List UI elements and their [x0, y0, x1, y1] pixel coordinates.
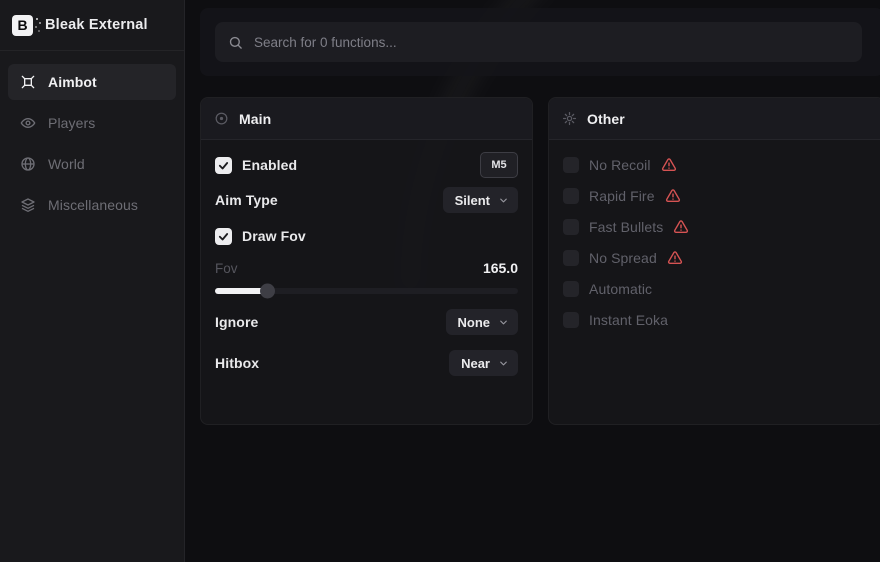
no-recoil-label: No Recoil: [589, 157, 651, 173]
sidebar: B Bleak External Aimbot Players: [0, 0, 185, 562]
sidebar-item-miscellaneous[interactable]: Miscellaneous: [8, 187, 176, 223]
main-content: Search for 0 functions... Main: [185, 0, 880, 562]
aim-type-dropdown[interactable]: Silent: [443, 187, 518, 213]
other-row-instant-eoka: Instant Eoka: [563, 311, 870, 328]
logo-letter: B: [17, 17, 27, 33]
aim-type-label: Aim Type: [215, 192, 278, 208]
target-icon: [214, 111, 229, 126]
aim-type-value: Silent: [455, 193, 490, 208]
search-placeholder: Search for 0 functions...: [254, 35, 397, 50]
draw-fov-label: Draw Fov: [242, 228, 306, 244]
automatic-label: Automatic: [589, 281, 652, 297]
panel-title: Main: [239, 111, 271, 127]
panels-row: Main Enabled M5 Aim Type Silent: [200, 97, 880, 425]
slider-track: [215, 288, 518, 294]
rapid-fire-label: Rapid Fire: [589, 188, 655, 204]
gear-icon: [562, 111, 577, 126]
enabled-row: Enabled M5: [215, 152, 518, 178]
other-row-fast-bullets: Fast Bullets: [563, 218, 870, 235]
check-icon: [218, 231, 229, 242]
hitbox-label: Hitbox: [215, 355, 259, 371]
warning-icon: [665, 188, 681, 204]
other-row-automatic: Automatic: [563, 280, 870, 297]
sidebar-item-label: Miscellaneous: [48, 197, 138, 213]
sidebar-nav: Aimbot Players World Miscellaneous: [0, 51, 184, 241]
no-recoil-checkbox[interactable]: [563, 157, 579, 173]
hitbox-value: Near: [461, 356, 490, 371]
fov-label: Fov: [215, 261, 238, 276]
crosshair-scan-icon: [20, 74, 36, 90]
no-spread-checkbox[interactable]: [563, 250, 579, 266]
sidebar-item-aimbot[interactable]: Aimbot: [8, 64, 176, 100]
slider-thumb[interactable]: [260, 284, 275, 299]
enabled-checkbox[interactable]: [215, 157, 232, 174]
warning-icon: [667, 250, 683, 266]
enabled-label: Enabled: [242, 157, 297, 173]
fov-slider[interactable]: [215, 284, 518, 298]
hitbox-row: Hitbox Near: [215, 350, 518, 376]
fast-bullets-checkbox[interactable]: [563, 219, 579, 235]
globe-icon: [20, 156, 36, 172]
sidebar-item-world[interactable]: World: [8, 146, 176, 182]
instant-eoka-checkbox[interactable]: [563, 312, 579, 328]
slider-fill: [215, 288, 267, 294]
search-icon: [228, 35, 243, 50]
other-row-rapid-fire: Rapid Fire: [563, 187, 870, 204]
fov-value: 165.0: [483, 260, 518, 276]
keybind-button[interactable]: M5: [480, 152, 518, 178]
app-logo-icon: B: [12, 15, 33, 36]
warning-icon: [661, 157, 677, 173]
fov-row: Fov 165.0: [215, 259, 518, 277]
no-spread-label: No Spread: [589, 250, 657, 266]
aim-type-row: Aim Type Silent: [215, 187, 518, 213]
automatic-checkbox[interactable]: [563, 281, 579, 297]
app-window: B Bleak External Aimbot Players: [0, 0, 880, 562]
draw-fov-checkbox[interactable]: [215, 228, 232, 245]
ignore-value: None: [458, 315, 491, 330]
ignore-label: Ignore: [215, 314, 258, 330]
other-row-no-spread: No Spread: [563, 249, 870, 266]
ignore-row: Ignore None: [215, 309, 518, 335]
sidebar-item-label: Aimbot: [48, 74, 97, 90]
app-brand: B Bleak External: [0, 0, 184, 51]
app-title: Bleak External: [45, 17, 148, 33]
sidebar-item-label: Players: [48, 115, 95, 131]
warning-icon: [673, 219, 689, 235]
sidebar-item-players[interactable]: Players: [8, 105, 176, 141]
chevron-down-icon: [498, 358, 509, 369]
rapid-fire-checkbox[interactable]: [563, 188, 579, 204]
instant-eoka-label: Instant Eoka: [589, 312, 668, 328]
other-row-no-recoil: No Recoil: [563, 156, 870, 173]
panel-other-body: No Recoil Rapid Fire F: [549, 140, 880, 358]
fast-bullets-label: Fast Bullets: [589, 219, 663, 235]
panel-main-header: Main: [201, 98, 532, 140]
layers-icon: [20, 197, 36, 213]
check-icon: [218, 160, 229, 171]
chevron-down-icon: [498, 195, 509, 206]
search-input[interactable]: Search for 0 functions...: [215, 22, 862, 62]
chevron-down-icon: [498, 317, 509, 328]
search-container: Search for 0 functions...: [200, 8, 880, 76]
panel-main: Main Enabled M5 Aim Type Silent: [200, 97, 533, 425]
sidebar-item-label: World: [48, 156, 85, 172]
panel-main-body: Enabled M5 Aim Type Silent: [201, 140, 532, 388]
panel-title: Other: [587, 111, 625, 127]
draw-fov-row: Draw Fov: [215, 223, 518, 249]
panel-other-header: Other: [549, 98, 880, 140]
eye-icon: [20, 115, 36, 131]
ignore-dropdown[interactable]: None: [446, 309, 519, 335]
panel-other: Other No Recoil Rapid Fire: [548, 97, 880, 425]
hitbox-dropdown[interactable]: Near: [449, 350, 518, 376]
